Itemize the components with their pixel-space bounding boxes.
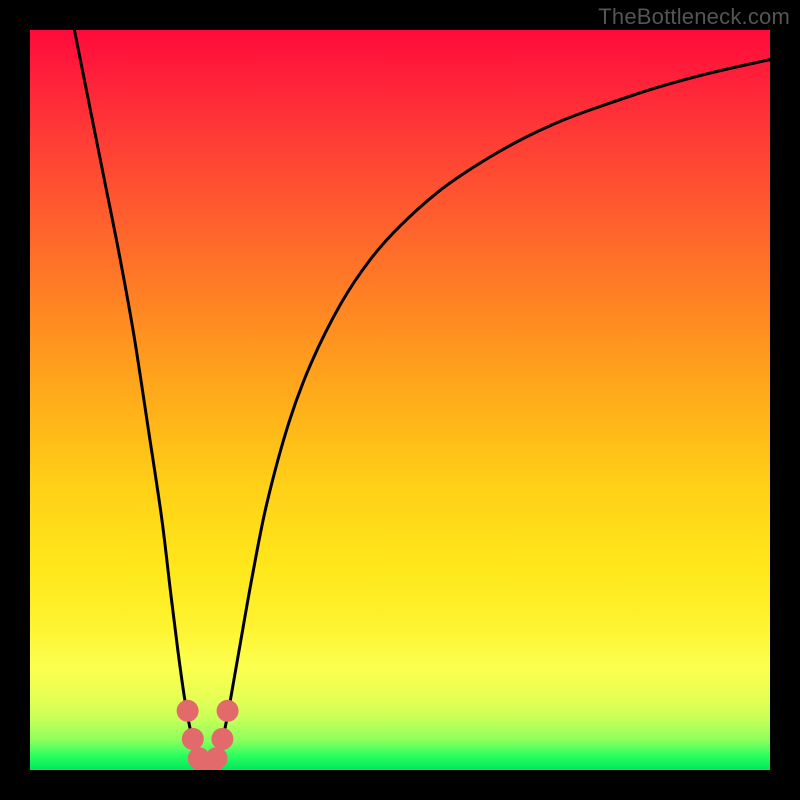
watermark-text: TheBottleneck.com	[598, 4, 790, 30]
chart-frame: TheBottleneck.com	[0, 0, 800, 800]
highlight-dot	[217, 700, 239, 722]
highlight-dot	[177, 700, 199, 722]
highlight-dot	[205, 747, 227, 769]
highlight-dot	[182, 728, 204, 750]
curve-layer	[30, 30, 770, 770]
plot-area	[30, 30, 770, 770]
highlight-dots	[177, 700, 239, 770]
bottleneck-curve	[74, 30, 770, 768]
highlight-dot	[211, 728, 233, 750]
